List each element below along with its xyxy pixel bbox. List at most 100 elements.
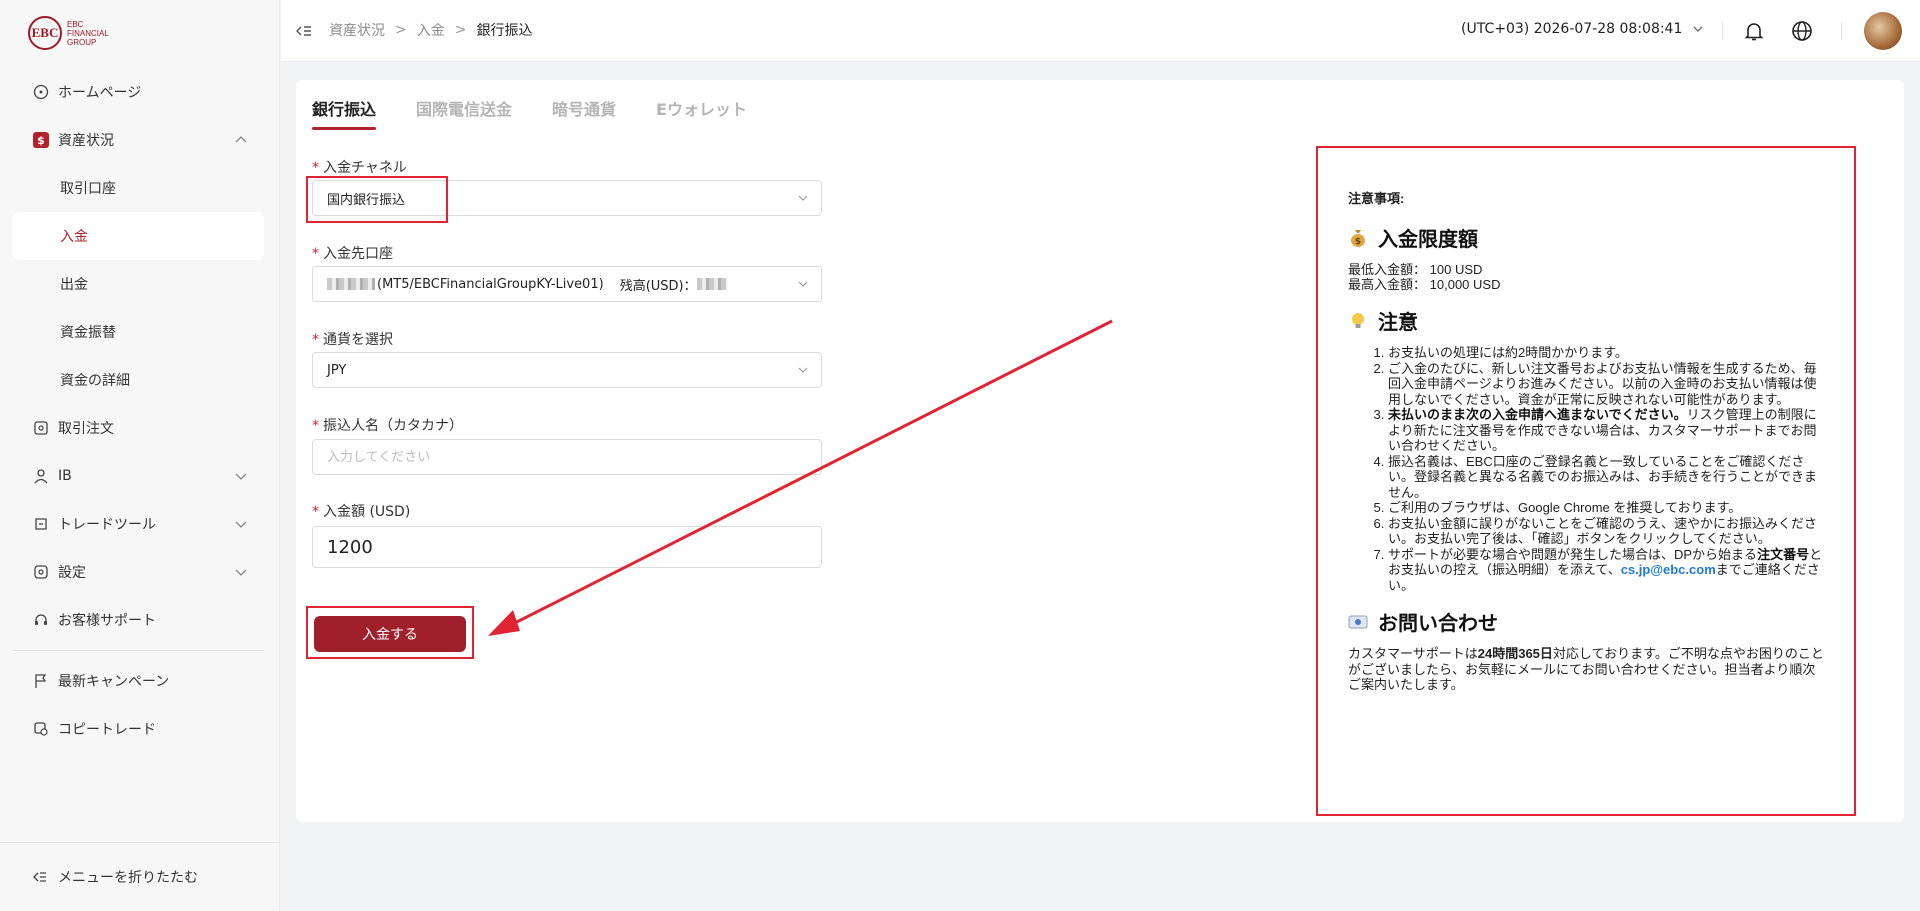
tab-ewallet[interactable]: Eウォレット [656,96,747,130]
chevron-down-icon [1693,26,1703,32]
globe-icon[interactable] [1790,19,1814,43]
top-header: 資産状況 > 入金 > 銀行振込 (UTC+03) 2026-07-28 08:… [281,0,1920,62]
sidebar-item-label: 資金振替 [60,325,116,341]
breadcrumb-current: 銀行振込 [476,23,533,39]
chevron-up-icon[interactable] [234,133,248,147]
deposit-submit-button[interactable]: 入金する [314,616,466,652]
tab-international-wire[interactable]: 国際電信送金 [416,96,512,130]
amount-input[interactable] [312,526,822,568]
sidebar-item-campaign[interactable]: 最新キャンペーン [12,657,264,705]
min-deposit: 100 USD [1429,262,1483,277]
chevron-down-icon[interactable] [234,469,248,483]
support-email-link[interactable]: cs.jp@ebc.com [1621,562,1716,577]
sidebar-item-fund-details[interactable]: 資金の詳細 [12,356,264,404]
assets-icon: $ [32,131,50,149]
caution-list: お支払いの処理には約2時間かかります。 ご入金のたびに、新しい注文番号およびお支… [1348,345,1824,593]
max-deposit: 10,000 USD [1429,277,1501,292]
sidebar-item-settings[interactable]: 設定 [12,548,264,596]
breadcrumb: 資産状況 > 入金 > 銀行振込 [329,20,532,40]
sidebar-item-label: コピートレード [58,722,156,738]
payer-name-input[interactable] [312,439,822,475]
limit-heading: $ 入金限度額 [1348,223,1824,252]
sidebar-item-withdrawal[interactable]: 出金 [12,260,264,308]
currency-select[interactable]: JPY [312,352,822,388]
datetime-display: 2026-07-28 08:08:41 [1533,21,1683,37]
sidebar-item-assets[interactable]: $ 資産状況 [12,116,264,164]
currency-value: JPY [327,362,347,378]
account-label: * 入金先口座 [312,246,393,262]
breadcrumb-separator: > [454,22,467,38]
sidebar-item-label: IB [58,468,72,484]
bell-icon[interactable] [1742,19,1766,43]
sidebar-item-label: お客様サポート [58,613,156,629]
sidebar-item-label: 出金 [60,277,88,293]
sidebar: EBC EBC FINANCIAL GROUP ホームページ $ 資産状況 取引… [0,0,280,911]
nav-divider [12,650,264,651]
note-item: サポートが必要な場合や問題が発生した場合は、DPから始まる注文番号とお支払いの控… [1388,547,1824,594]
orders-icon [32,419,50,437]
sidebar-item-ib[interactable]: IB [12,452,264,500]
notice-title: 注意事項: [1348,191,1405,206]
user-avatar[interactable] [1864,12,1902,50]
breadcrumb-separator: > [395,22,407,38]
collapse-sidebar-icon[interactable] [295,22,313,40]
deposit-limits: 最低入金額： 100 USD 最高入金額： 10,000 USD [1348,262,1501,292]
sidebar-item-label: 資金の詳細 [60,373,130,389]
header-divider [1841,22,1842,40]
notice-panel: 注意事項: $ 入金限度額 最低入金額： 100 USD 最高入金額： 10,0… [1316,146,1856,816]
lightbulb-icon [1352,312,1364,328]
chevron-down-icon[interactable] [234,565,248,579]
payer-name-label: * 振込人名（カタカナ） [312,418,463,434]
sidebar-item-copy-trade[interactable]: コピートレード [12,705,264,753]
note-item: お支払い金額に誤りがないことをご確認のうえ、速やかにお振込みください。お支払い完… [1388,516,1824,547]
sidebar-item-label: 最新キャンペーン [58,674,170,690]
balance-label: 残高(USD)： [619,278,697,294]
copy-icon [32,720,50,738]
tab-crypto[interactable]: 暗号通貨 [552,96,616,130]
note-item: ご入金のたびに、新しい注文番号およびお支払い情報を生成するため、毎回入金申請ペー… [1388,361,1824,408]
flag-icon [32,672,50,690]
tab-bank-transfer[interactable]: 銀行振込 [312,96,377,130]
logo-text: EBC FINANCIAL GROUP [67,19,109,47]
sidebar-item-label: 資産状況 [58,133,114,149]
contact-heading: お問い合わせ [1348,607,1824,636]
breadcrumb-assets[interactable]: 資産状況 [329,20,385,40]
ebc-logo[interactable]: EBC EBC FINANCIAL GROUP [28,16,109,50]
sidebar-item-orders[interactable]: 取引注文 [12,404,264,452]
deposit-method-tabs: 銀行振込 国際電信送金 暗号通貨 Eウォレット [312,96,787,130]
account-select[interactable]: (MT5/EBCFinancialGroupKY-Live01) 残高(USD)… [312,266,822,302]
note-item: ご利用のブラウザは、Google Chrome を推奨しております。 [1388,500,1824,516]
svg-text:$: $ [1355,237,1361,247]
channel-label: * 入金チャネル [312,160,407,176]
envelope-icon [1348,615,1368,628]
timezone-selector[interactable]: (UTC+03) 2026-07-28 08:08:41 [1461,21,1704,37]
money-bag-icon: $ [1351,229,1365,247]
channel-highlight-box [306,176,448,223]
tools-icon [32,515,50,533]
sidebar-item-trade-tools[interactable]: トレードツール [12,500,264,548]
headset-icon [32,611,50,629]
user-icon [32,467,50,485]
note-item: お支払いの処理には約2時間かかります。 [1388,345,1824,361]
chevron-down-icon[interactable] [234,517,248,531]
breadcrumb-deposit[interactable]: 入金 [417,20,445,40]
redacted-account-number [327,278,375,290]
sidebar-item-trading-account[interactable]: 取引口座 [12,164,264,212]
sidebar-item-label: 設定 [58,565,86,581]
currency-label: * 通貨を選択 [312,332,393,348]
sidebar-item-transfer[interactable]: 資金振替 [12,308,264,356]
sidebar-item-label: 入金 [60,229,88,245]
sidebar-item-support[interactable]: お客様サポート [12,596,264,644]
home-icon [32,83,50,101]
amount-label: * 入金額 (USD) [312,504,411,520]
collapse-menu-button[interactable]: メニューを折りたたむ [0,842,280,911]
gear-icon [32,563,50,581]
header-divider [1722,22,1723,40]
chevron-down-icon [798,281,808,287]
sidebar-item-label: ホームページ [58,85,142,101]
sidebar-item-deposit[interactable]: 入金 [12,212,264,260]
timezone-label: (UTC+03) [1461,21,1530,37]
note-item: 未払いのまま次の入金申請へ進まないでください。リスク管理上の制限により新たに注文… [1388,407,1824,454]
sidebar-item-home[interactable]: ホームページ [12,68,264,116]
note-item: 振込名義は、EBC口座のご登録名義と一致していることをご確認ください。登録名義と… [1388,454,1824,501]
